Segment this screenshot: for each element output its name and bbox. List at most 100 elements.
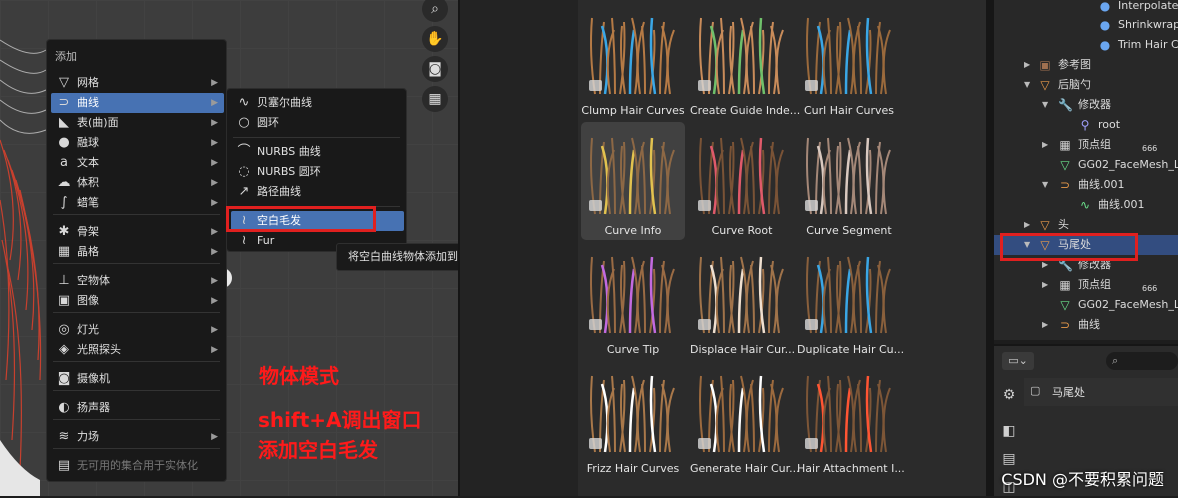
outliner-row[interactable]: ● Shrinkwrap [994,15,1178,35]
add-menu-item[interactable]: a 文本 ▶ [51,153,224,173]
add-menu-item: ▤ 无可用的集合用于实体化 [51,456,224,476]
asset-label: Curve Tip [606,343,660,356]
editor-type-dropdown[interactable]: ▭⌄ [1002,352,1034,370]
asset-tile[interactable]: Hair Attachment I... [797,360,905,478]
mesh-icon: ▽ [59,75,69,90]
asset-label: Duplicate Hair Cu... [797,343,905,356]
expand-right-icon[interactable]: ▶ [1042,275,1048,295]
add-menu-item[interactable]: ◙ 摄像机 [51,369,224,389]
outliner-row[interactable]: ▽ GG02_FaceMesh_LO [994,155,1178,175]
outliner[interactable]: ● Interpolate H ● Shrinkwrap ● Trim Hair Cu ▶ ▣… [994,0,1178,340]
expand-down-icon[interactable]: ▼ [1024,75,1030,95]
asset-tile[interactable]: Curve Tip [581,241,685,359]
outliner-row[interactable]: ⚲ root [994,115,1178,135]
outliner-item-label: GG02_FaceMesh_LO [1078,298,1178,311]
add-menu-item[interactable]: ◈ 光照探头 ▶ [51,340,224,360]
asset-tile[interactable]: Create Guide Inde... [690,2,800,120]
outliner-row[interactable]: ▶ ⊃ 曲线 [994,315,1178,335]
asset-tile[interactable]: Curve Info [581,122,685,240]
add-menu-item[interactable]: ✱ 骨架 ▶ [51,222,224,242]
add-menu-item[interactable]: ⊥ 空物体 ▶ [51,271,224,291]
expand-right-icon[interactable]: ▶ [1042,135,1048,155]
node-group-icon [698,80,711,91]
asset-tile[interactable]: Clump Hair Curves [581,2,685,120]
curve-submenu-item[interactable]: ◌ NURBS 圆环 [231,162,404,182]
asset-tile[interactable]: Displace Hair Cur... [690,241,795,359]
outliner-item-label: 后脑勺 [1058,78,1091,91]
add-menu-item[interactable]: ◣ 表(曲)面 ▶ [51,113,224,133]
outliner-row[interactable]: ▼ ⊃ 曲线.001 [994,175,1178,195]
grid-toggle-icon[interactable]: ▦ [422,86,448,112]
camera-view-icon[interactable]: ◙ [422,56,448,82]
outliner-item-label: 头 [1058,218,1069,231]
submenu-arrow-icon: ▶ [211,296,218,306]
submenu-arrow-icon: ▶ [211,158,218,168]
pan-hand-icon[interactable]: ✋ [422,26,448,52]
outliner-row[interactable]: ▼ 🔧 修改器 [994,95,1178,115]
add-menu-item[interactable]: ◎ 灯光 ▶ [51,320,224,340]
expand-right-icon[interactable]: ▶ [1042,315,1048,335]
tool-settings-icon[interactable]: ⚙ [998,384,1020,406]
expand-down-icon[interactable]: ▼ [1042,175,1048,195]
asset-browser[interactable]: Clump Hair Curves Create Guide Inde... Cur… [578,0,986,496]
curve-submenu-item[interactable]: ↗ 路径曲线 [231,182,404,202]
outliner-row[interactable]: ▶ ▣ 参考图 [994,55,1178,75]
submenu-arrow-icon: ▶ [211,198,218,208]
curve-submenu-item[interactable]: ⌒ NURBS 曲线 [231,142,404,162]
expand-right-icon[interactable]: ▶ [1024,215,1030,235]
asset-tile[interactable]: Curl Hair Curves [797,2,901,120]
outliner-row[interactable]: ▽ GG02_FaceMesh_LO [994,295,1178,315]
add-menu-item[interactable]: ▦ 晶格 ▶ [51,242,224,262]
add-menu-item[interactable]: ● 融球 ▶ [51,133,224,153]
asset-tile[interactable]: Generate Hair Cur... [690,360,800,478]
submenu-arrow-icon: ▶ [211,118,218,128]
outliner-row[interactable]: ▼ ▽ 后脑勺 [994,75,1178,95]
curve-submenu-item[interactable]: ∿ 贝塞尔曲线 [231,93,404,113]
add-menu-item[interactable]: ▣ 图像 ▶ [51,291,224,311]
outliner-item-icon: ⚲ [1080,118,1090,132]
annotation-shortcut: shift+A调出窗口 [258,408,422,432]
outliner-row[interactable]: ● Trim Hair Cu [994,35,1178,55]
outliner-row[interactable]: ▶ ▦ 顶点组 666 [994,135,1178,155]
add-menu-item-label: 扬声器 [77,401,110,414]
add-menu-item[interactable]: ▽ 网格 ▶ [51,73,224,93]
add-menu-item[interactable]: ⊃ 曲线 ▶ [51,93,224,113]
add-menu-item-label: 蜡笔 [77,196,99,209]
add-menu-item[interactable]: ≋ 力场 ▶ [51,427,224,447]
add-menu-item[interactable]: ☁ 体积 ▶ [51,173,224,193]
curve-submenu-item-label: NURBS 圆环 [257,165,321,178]
submenu-arrow-icon: ▶ [211,325,218,335]
menu-separator [53,214,220,215]
outliner-row[interactable]: ● Interpolate H [994,0,1178,16]
outliner-item-icon: 🔧 [1058,98,1073,112]
curve-type-icon: ≀ [241,233,247,248]
asset-tile[interactable]: Curve Root [690,122,794,240]
curve-submenu-item[interactable]: ○ 圆环 [231,113,404,133]
outliner-row[interactable]: ∿ 曲线.001 [994,195,1178,215]
outliner-item-label: 曲线.001 [1078,178,1125,191]
search-icon[interactable]: ⌕ [1106,352,1178,370]
outliner-row[interactable]: ▶ ▦ 顶点组 666 [994,275,1178,295]
outliner-item-icon: ▽ [1060,298,1070,312]
asset-label: Frizz Hair Curves [586,462,680,475]
add-menu-item-label: 网格 [77,76,99,89]
expand-right-icon[interactable]: ▶ [1024,55,1030,75]
highlight-box-ponytail [1000,233,1138,261]
submenu-arrow-icon: ▶ [211,178,218,188]
submenu-arrow-icon: ▶ [211,247,218,257]
submenu-arrow-icon: ▶ [211,345,218,355]
add-menu-item[interactable]: ◐ 扬声器 [51,398,224,418]
outliner-row[interactable]: ▶ ▽ 头 [994,215,1178,235]
asset-tile[interactable]: Curve Segment [797,122,901,240]
expand-down-icon[interactable]: ▼ [1042,95,1048,115]
asset-tile[interactable]: Frizz Hair Curves [581,360,685,478]
menu-separator [53,419,220,420]
outliner-item-label: GG02_FaceMesh_LO [1078,158,1178,171]
menu-separator [53,361,220,362]
render-icon[interactable]: ◧ [998,420,1020,442]
asset-tile[interactable]: Duplicate Hair Cu... [797,241,905,359]
add-menu-item-label: 文本 [77,156,99,169]
menu-separator [233,137,400,138]
add-menu-item[interactable]: ∫ 蜡笔 ▶ [51,193,224,213]
menu-separator [53,312,220,313]
